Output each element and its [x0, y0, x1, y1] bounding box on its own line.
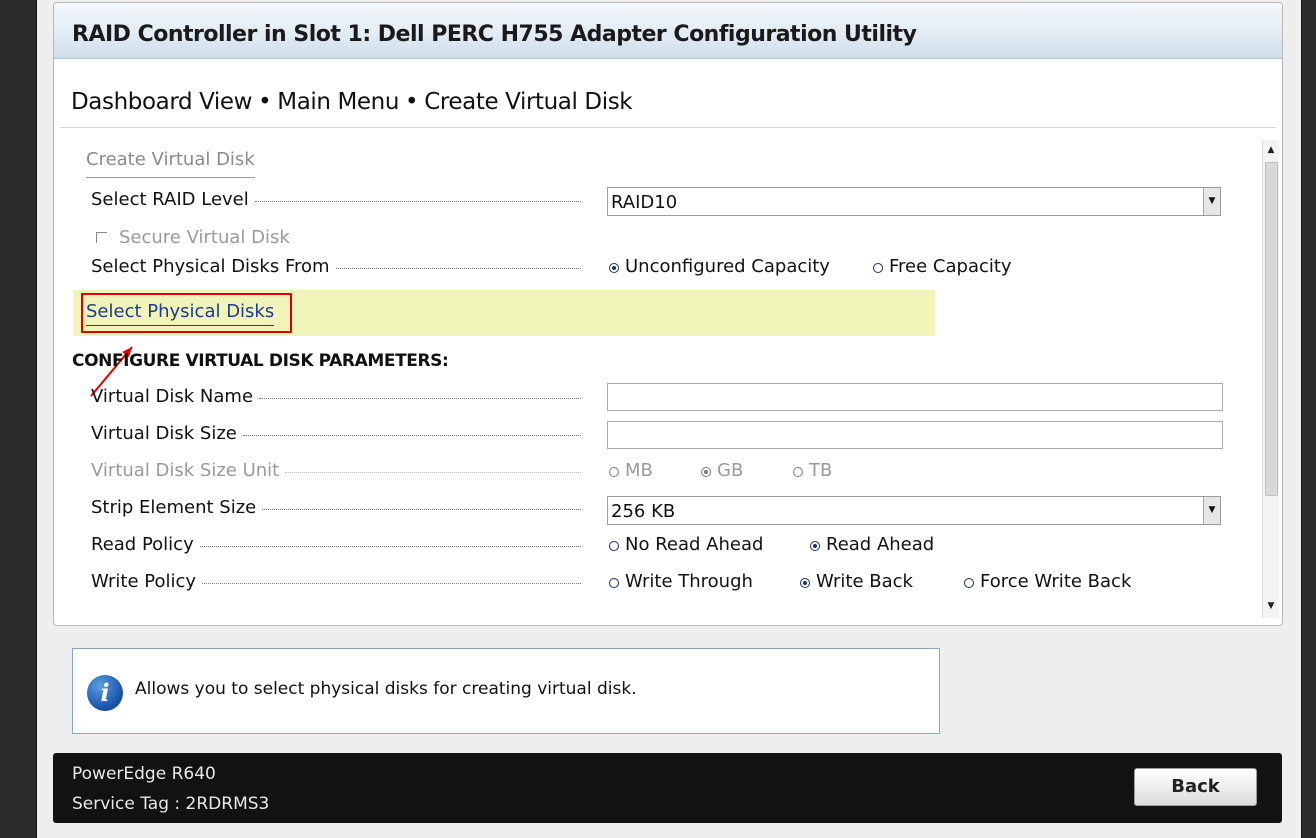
read-policy-radio-group: No Read Ahead Read Ahead: [609, 534, 934, 555]
radio-unselected-icon: [873, 262, 883, 273]
scroll-up-arrow-icon[interactable]: ▲: [1263, 142, 1279, 158]
radio-label: MB: [625, 460, 653, 481]
leader-dots: [259, 397, 581, 399]
radio-unconfigured-capacity[interactable]: Unconfigured Capacity: [609, 256, 873, 277]
radio-selected-icon: [800, 577, 810, 588]
info-icon: i: [87, 675, 123, 711]
scrollbar-thumb[interactable]: [1265, 162, 1278, 496]
vd-size-input[interactable]: [607, 421, 1223, 449]
leader-dots: [242, 434, 581, 436]
radio-label: Write Through: [625, 571, 753, 592]
secure-virtual-disk-checkbox-row: Secure Virtual Disk: [96, 227, 290, 248]
radio-write-through[interactable]: Write Through: [609, 571, 800, 592]
radio-selected-icon: [810, 540, 820, 551]
radio-unselected-icon: [609, 540, 619, 551]
footer-bar: PowerEdge R640 Service Tag : 2RDRMS3 Bac…: [53, 753, 1282, 823]
radio-tb: TB: [793, 460, 832, 481]
vd-name-label: Virtual Disk Name: [91, 386, 254, 407]
vd-size-row: Virtual Disk Size: [91, 423, 581, 444]
write-policy-row: Write Policy: [91, 571, 581, 592]
radio-force-write-back[interactable]: Force Write Back: [964, 571, 1131, 592]
vd-name-input[interactable]: [607, 383, 1223, 411]
write-policy-label: Write Policy: [91, 571, 197, 592]
radio-unselected-icon: [793, 466, 803, 477]
radio-label: TB: [809, 460, 833, 481]
radio-free-capacity[interactable]: Free Capacity: [873, 256, 1012, 277]
leader-dots: [254, 200, 581, 202]
raid-level-label: Select RAID Level: [91, 189, 249, 210]
physical-disks-from-radio-group: Unconfigured Capacity Free Capacity: [609, 256, 1012, 277]
radio-label: Force Write Back: [980, 571, 1132, 592]
vd-size-label: Virtual Disk Size: [91, 423, 237, 444]
read-policy-row: Read Policy: [91, 534, 581, 555]
section-title: Create Virtual Disk: [86, 149, 255, 178]
radio-label: Unconfigured Capacity: [625, 256, 830, 277]
vd-size-unit-row: Virtual Disk Size Unit: [91, 460, 581, 481]
strip-size-row: Strip Element Size: [91, 497, 581, 518]
annotation-highlight-box: [81, 293, 292, 333]
vd-size-unit-label: Virtual Disk Size Unit: [91, 460, 280, 481]
radio-label: No Read Ahead: [625, 534, 764, 555]
radio-write-back[interactable]: Write Back: [800, 571, 964, 592]
vertical-scrollbar[interactable]: ▲ ▼: [1262, 140, 1279, 618]
secure-virtual-disk-label: Secure Virtual Disk: [119, 227, 290, 248]
radio-no-read-ahead[interactable]: No Read Ahead: [609, 534, 810, 555]
chevron-down-icon[interactable]: ▼: [1203, 497, 1220, 524]
strip-size-value: 256 KB: [611, 501, 676, 522]
leader-dots: [335, 267, 581, 269]
radio-gb: GB: [701, 460, 793, 481]
vd-name-row: Virtual Disk Name: [91, 386, 581, 407]
raid-level-row: Select RAID Level: [91, 189, 581, 210]
radio-mb: MB: [609, 460, 701, 481]
radio-unselected-icon: [609, 577, 619, 588]
leader-dots: [199, 545, 581, 547]
raid-level-select[interactable]: RAID10 ▼: [607, 187, 1221, 216]
leader-dots: [262, 508, 581, 510]
radio-selected-icon: [609, 262, 619, 273]
radio-selected-icon: [701, 466, 711, 477]
physical-disks-from-label: Select Physical Disks From: [91, 256, 330, 277]
physical-disks-from-row: Select Physical Disks From: [91, 256, 581, 277]
write-policy-radio-group: Write Through Write Back Force Write Bac…: [609, 571, 1131, 592]
service-tag: Service Tag : 2RDRMS3: [72, 794, 270, 814]
system-model: PowerEdge R640: [72, 764, 216, 784]
radio-label: Write Back: [816, 571, 913, 592]
main-panel: RAID Controller in Slot 1: Dell PERC H75…: [53, 2, 1283, 626]
secure-virtual-disk-checkbox: [96, 232, 107, 243]
chevron-down-icon[interactable]: ▼: [1203, 188, 1220, 215]
strip-size-select[interactable]: 256 KB ▼: [607, 496, 1221, 525]
scroll-down-arrow-icon[interactable]: ▼: [1263, 598, 1279, 614]
radio-label: Read Ahead: [826, 534, 935, 555]
form-content: Create Virtual Disk Select RAID Level RA…: [54, 3, 1254, 623]
back-button[interactable]: Back: [1134, 768, 1257, 806]
radio-label: Free Capacity: [889, 256, 1012, 277]
radio-unselected-icon: [609, 466, 619, 477]
strip-size-label: Strip Element Size: [91, 497, 257, 518]
leader-dots: [202, 582, 581, 584]
vd-size-unit-radio-group: MB GB TB: [609, 460, 832, 481]
raid-level-value: RAID10: [611, 192, 678, 213]
help-text: Allows you to select physical disks for …: [135, 679, 637, 699]
read-policy-label: Read Policy: [91, 534, 194, 555]
radio-unselected-icon: [964, 577, 974, 588]
radio-label: GB: [717, 460, 744, 481]
help-info-box: i Allows you to select physical disks fo…: [72, 648, 940, 734]
radio-read-ahead[interactable]: Read Ahead: [810, 534, 934, 555]
leader-dots: [285, 471, 581, 473]
parameters-heading: CONFIGURE VIRTUAL DISK PARAMETERS:: [72, 351, 449, 371]
